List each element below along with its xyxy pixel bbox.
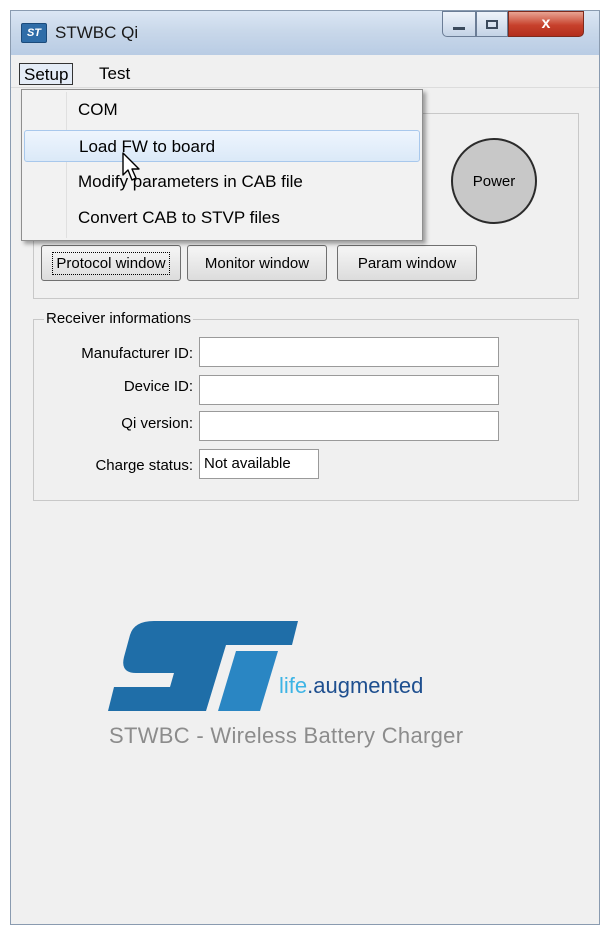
receiver-info-title: Receiver informations	[44, 310, 194, 327]
maximize-icon	[486, 19, 498, 29]
qi-version-field[interactable]	[199, 411, 499, 441]
param-window-button[interactable]: Param window	[337, 245, 477, 281]
close-button[interactable]: x	[508, 11, 584, 37]
menu-setup[interactable]: Setup	[19, 63, 74, 85]
tagline-augmented: .augmented	[307, 673, 424, 698]
title-bar[interactable]: ST STWBC Qi x	[11, 11, 599, 55]
charge-status-field: Not available	[199, 449, 319, 479]
window-title: STWBC Qi	[55, 23, 139, 42]
app-window: ST STWBC Qi x Setup Test Power Protocol …	[10, 10, 600, 925]
menu-item-modify-cab[interactable]: Modify parameters in CAB file	[24, 166, 420, 198]
menu-item-load-fw[interactable]: Load FW to board	[24, 130, 420, 162]
manufacturer-id-label: Manufacturer ID:	[81, 345, 193, 362]
device-id-label: Device ID:	[123, 378, 193, 395]
menu-test[interactable]: Test	[95, 63, 134, 85]
qi-version-label: Qi version:	[121, 415, 193, 432]
product-name: STWBC - Wireless Battery Charger	[109, 723, 464, 748]
minimize-button[interactable]	[442, 11, 476, 37]
menu-item-convert-cab[interactable]: Convert CAB to STVP files	[24, 202, 420, 234]
close-icon: x	[541, 15, 551, 32]
st-logo-icon[interactable]: ST	[21, 23, 47, 43]
maximize-button[interactable]	[476, 11, 508, 37]
monitor-window-button[interactable]: Monitor window	[187, 245, 327, 281]
minimize-icon	[453, 26, 465, 30]
menu-bar: Setup Test	[11, 61, 599, 88]
st-logo-t-shape	[218, 651, 278, 711]
setup-dropdown-menu: COM Load FW to board Modify parameters i…	[21, 89, 423, 241]
menu-item-com[interactable]: COM	[24, 94, 420, 126]
power-button[interactable]: Power	[451, 138, 537, 224]
brand-tagline: life.augmented	[279, 673, 423, 699]
charge-status-label: Charge status:	[95, 457, 193, 474]
tagline-life: life	[279, 673, 308, 698]
device-id-field[interactable]	[199, 375, 499, 405]
protocol-window-label: Protocol window	[52, 251, 170, 275]
manufacturer-id-field[interactable]	[199, 337, 499, 367]
st-logo	[108, 621, 298, 711]
protocol-window-button[interactable]: Protocol window	[41, 245, 181, 281]
mouse-cursor-icon	[122, 152, 140, 181]
